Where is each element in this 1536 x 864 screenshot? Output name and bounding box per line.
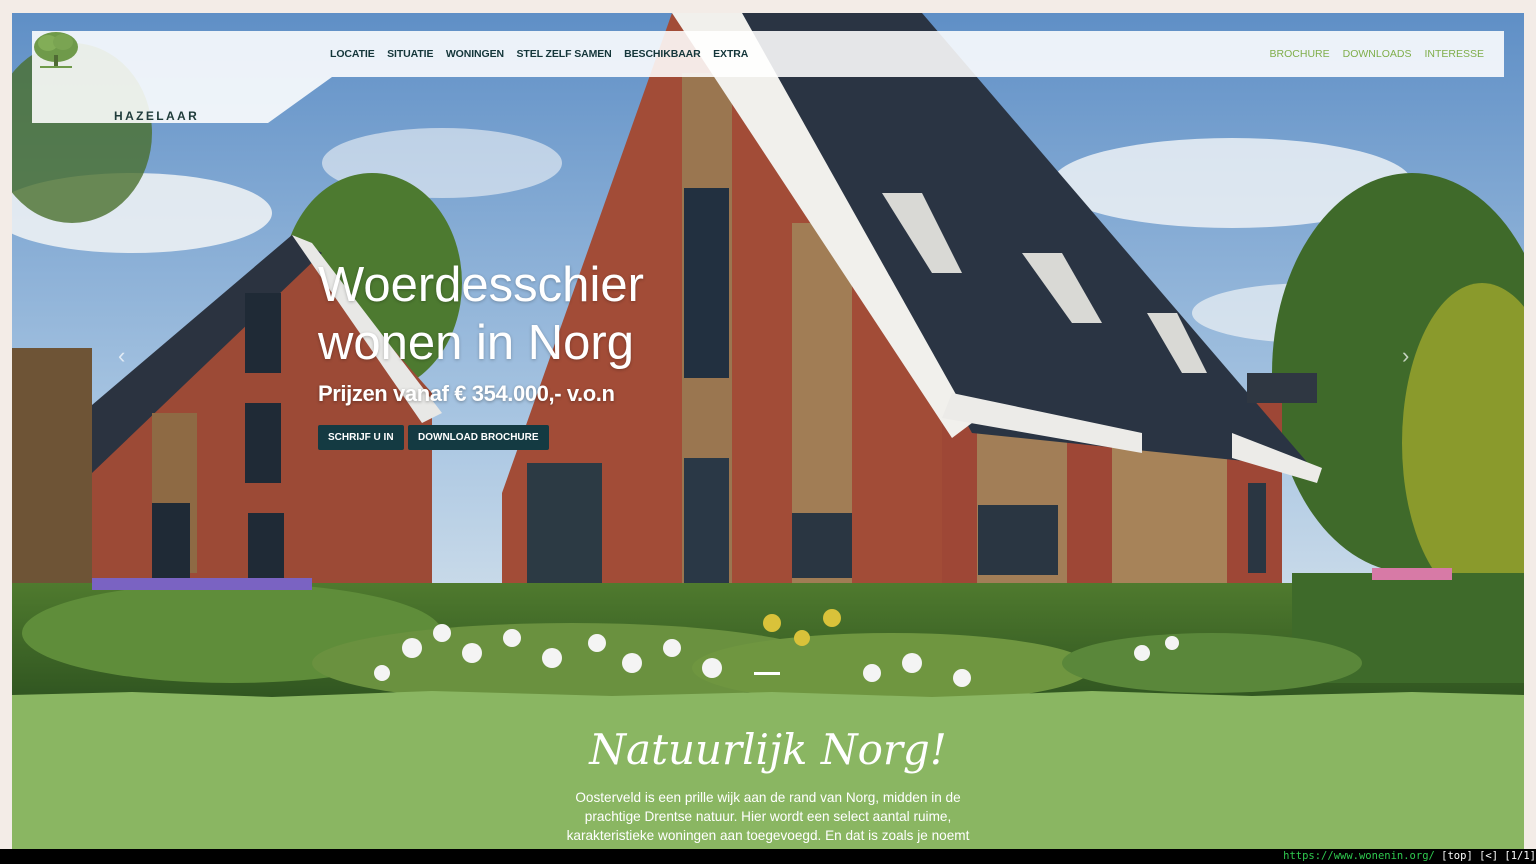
logo[interactable]: HAZELAAR: [32, 31, 332, 123]
status-info: [top] [<] [1/1]: [1434, 850, 1536, 862]
hero-title: Woerdesschier wonen in Norg: [318, 256, 738, 372]
nav-item-beschikbaar[interactable]: BESCHIKBAAR: [624, 48, 701, 60]
section-text: Oosterveld is een prille wijk aan de ran…: [566, 790, 970, 843]
status-url[interactable]: https://www.wonenin.org/: [1283, 850, 1435, 862]
tree-icon: [34, 32, 78, 68]
chevron-right-icon[interactable]: ›: [1402, 343, 1409, 369]
chevron-left-icon[interactable]: ‹: [118, 343, 125, 369]
page-frame: HAZELAAR LOCATIE SITUATIE WONINGEN STEL …: [12, 13, 1524, 849]
nav-item-extra[interactable]: EXTRA: [713, 48, 748, 60]
secondary-menu: BROCHURE DOWNLOADS INTERESSE: [1257, 31, 1484, 77]
nav-item-brochure[interactable]: BROCHURE: [1270, 48, 1330, 60]
download-brochure-button[interactable]: DOWNLOAD BROCHURE: [408, 425, 549, 450]
nav-item-downloads[interactable]: DOWNLOADS: [1343, 48, 1412, 60]
nav-item-locatie[interactable]: LOCATIE: [330, 48, 375, 60]
hero-title-line-2: wonen in Norg: [318, 316, 634, 370]
nav-item-interesse[interactable]: INTERESSE: [1424, 48, 1484, 60]
nav-item-stel-zelf-samen[interactable]: STEL ZELF SAMEN: [517, 48, 612, 60]
hero-price: Prijzen vanaf € 354.000,- v.o.n: [318, 381, 615, 406]
hero-title-line-1: Woerdesschier: [318, 258, 644, 312]
slide-indicator[interactable]: [754, 672, 780, 675]
main-menu: LOCATIE SITUATIE WONINGEN STEL ZELF SAME…: [330, 31, 761, 77]
section-title: Natuurlijk Norg!: [589, 725, 947, 774]
status-bar: https://www.wonenin.org/ [top] [<] [1/1]: [0, 849, 1536, 864]
nav-item-situatie[interactable]: SITUATIE: [387, 48, 433, 60]
logo-text: HAZELAAR: [114, 109, 200, 123]
signup-button[interactable]: SCHRIJF U IN: [318, 425, 404, 450]
nav-item-woningen[interactable]: WONINGEN: [446, 48, 504, 60]
